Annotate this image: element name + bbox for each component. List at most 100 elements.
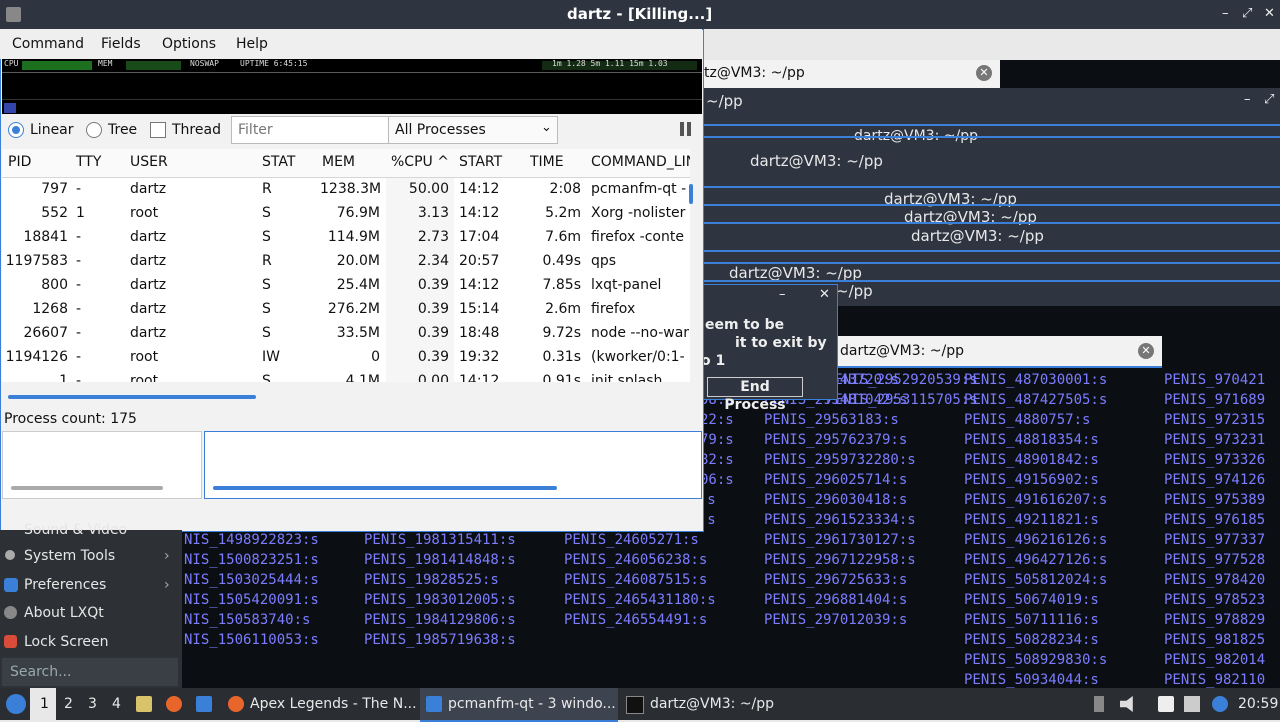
minimize-icon[interactable]: – [1244, 92, 1251, 107]
terminal-line: PENIS_2952920539:s [826, 372, 978, 388]
col-user[interactable]: USER [130, 154, 168, 170]
task-terminal[interactable]: dartz@VM3: ~/pp [620, 688, 820, 720]
desktop-icon[interactable] [196, 696, 212, 712]
desktop-3-label[interactable]: 3 [88, 696, 97, 712]
terminal-line: PENIS_977528 [1164, 552, 1266, 568]
terminal-line: PENIS_2465431180:s [564, 592, 716, 608]
left-hscroll[interactable] [11, 486, 163, 490]
table-cell: 3.13 [417, 205, 449, 221]
table-cell: 0.39 [417, 349, 449, 365]
terminal-line: PENIS_1984129806:s [364, 612, 516, 628]
info-pane-right [204, 431, 702, 499]
table-row[interactable]: 26607- dartz S 33.5M 0.39 18:48 9.72s node --no… [2, 322, 690, 346]
close-icon[interactable]: ✕ [1138, 343, 1154, 359]
close-icon[interactable]: ✕ [1264, 6, 1275, 21]
task-apex-legends[interactable]: Apex Legends - The N... [222, 688, 418, 720]
stacked-title-2[interactable]: dartz@VM3: ~/pp [750, 152, 883, 170]
menu-fields[interactable]: Fields [101, 36, 141, 52]
col-start[interactable]: START [459, 154, 502, 170]
minimize-icon[interactable]: – [1222, 6, 1229, 21]
linear-radio[interactable] [8, 122, 24, 138]
col-mem[interactable]: MEM [322, 154, 355, 170]
table-row[interactable]: 18841- dartz S 114.9M 2.73 17:04 7.6m firefox -… [2, 226, 690, 250]
col-tty[interactable]: TTY [76, 154, 101, 170]
table-hscroll[interactable] [8, 395, 256, 399]
stacked-title-7[interactable]: ~/pp [836, 282, 873, 300]
terminal-line: PENIS_19828525:s [364, 572, 499, 588]
tree-radio[interactable] [86, 122, 102, 138]
table-row[interactable]: 552 1 root S 76.9M 3.13 14:12 5.2m Xorg -noliste… [2, 202, 690, 226]
table-cell: Xorg -nolister [591, 205, 686, 221]
terminal-line: PENIS_496427126:s [964, 552, 1108, 568]
terminal-line: PENIS_975389 [1164, 492, 1266, 508]
filter-input[interactable] [231, 116, 391, 144]
close-icon[interactable]: ✕ [819, 287, 830, 302]
col-time[interactable]: TIME [530, 154, 564, 170]
tray-icon[interactable] [1094, 696, 1104, 712]
col-pid[interactable]: PID [8, 154, 31, 170]
update-icon[interactable] [1212, 696, 1228, 712]
menu-lock-screen[interactable]: Lock Screen [24, 634, 109, 650]
pause-icon[interactable] [680, 122, 692, 136]
table-row[interactable]: 797- dartz R 1238.3M 50.00 14:12 2:08 pcmanfm-q… [2, 178, 690, 202]
task-pcmanfm[interactable]: pcmanfm-qt - 3 windo... [420, 688, 618, 722]
menu-search-input[interactable]: Search... [2, 658, 178, 686]
tree-label[interactable]: Tree [108, 122, 137, 138]
terminal-line: PENIS_49156902:s [964, 472, 1099, 488]
terminal-line: PENIS_4880757:s [964, 412, 1091, 428]
menu-options[interactable]: Options [162, 36, 216, 52]
menu-preferences[interactable]: Preferences [24, 577, 106, 593]
menu-about[interactable]: About LXQt [24, 605, 104, 621]
menu-help[interactable]: Help [236, 36, 268, 52]
process-filter-select[interactable]: All Processes ⌄ [388, 116, 558, 144]
folder-icon [426, 696, 442, 712]
terminal-line: PENIS_496216126:s [964, 532, 1108, 548]
table-cell: R [262, 181, 272, 197]
volume-icon[interactable] [1120, 696, 1133, 712]
minimize-icon[interactable]: – [779, 287, 786, 302]
terminal-line: PENIS_505812024:s [964, 572, 1108, 588]
menu-sound-video[interactable]: Sound & Video [24, 522, 127, 538]
thread-label[interactable]: Thread [172, 122, 221, 138]
terminal-line: PENIS_50674019:s [964, 592, 1099, 608]
terminal-tab-1[interactable]: tz@VM3: ~/pp [704, 65, 805, 81]
terminal-line: PENIS_981825 [1164, 632, 1266, 648]
file-manager-icon[interactable] [136, 696, 152, 712]
table-vscroll[interactable] [689, 184, 693, 204]
table-cell: 1238.3M [320, 181, 380, 197]
firefox-icon[interactable] [166, 696, 182, 712]
end-process-button[interactable]: End Process [707, 377, 803, 413]
thread-checkbox[interactable] [150, 122, 166, 138]
taskbar: 1 2 3 4 Apex Legends - The N... pcmanfm-… [0, 688, 1280, 722]
table-cell: firefox -conte [591, 229, 684, 245]
col-stat[interactable]: STAT [262, 154, 295, 170]
linear-label[interactable]: Linear [30, 122, 74, 138]
desktop-1-label[interactable]: 1 [40, 696, 49, 712]
display-icon[interactable] [1184, 696, 1200, 712]
start-menu-icon[interactable] [6, 694, 26, 714]
close-icon[interactable]: ✕ [976, 65, 992, 81]
table-cell: 0.91s [542, 373, 581, 382]
menu-command[interactable]: Command [12, 36, 84, 52]
table-row[interactable]: 1197583- dartz R 20.0M 2.34 20:57 0.49s qps [2, 250, 690, 274]
table-row[interactable]: 1- root S 4.1M 0.00 14:12 0.91s init splash [2, 370, 690, 382]
clipboard-icon[interactable] [1158, 696, 1174, 712]
desktop-2-label[interactable]: 2 [64, 696, 73, 712]
terminal-tab-2[interactable]: dartz@VM3: ~/pp [840, 343, 964, 359]
desktop-4-label[interactable]: 4 [112, 696, 121, 712]
table-row[interactable]: 1194126- root IW 0 0.39 19:32 0.31s (kworker/0:… [2, 346, 690, 370]
table-row[interactable]: 800- dartz S 25.4M 0.39 14:12 7.85s lxqt-panel [2, 274, 690, 298]
table-cell: 552 [41, 205, 68, 221]
maximize-icon[interactable]: ⤢ [1264, 92, 1274, 107]
mem-label: MEM [98, 59, 113, 68]
stacked-title-5[interactable]: dartz@VM3: ~/pp [911, 227, 1044, 245]
table-cell: node --no-war [591, 325, 690, 341]
right-hscroll[interactable] [213, 486, 557, 490]
table-row[interactable]: 1268- dartz S 276.2M 0.39 15:14 2.6m firefox [2, 298, 690, 322]
col-command[interactable]: COMMAND_LINE [591, 154, 690, 170]
col-cpu[interactable]: %CPU ^ [391, 154, 449, 170]
menu-system-tools[interactable]: System Tools [24, 548, 115, 564]
table-cell: 1197583 [5, 253, 68, 269]
task-label: pcmanfm-qt - 3 windo... [448, 696, 616, 712]
maximize-icon[interactable]: ⤢ [1242, 6, 1252, 21]
